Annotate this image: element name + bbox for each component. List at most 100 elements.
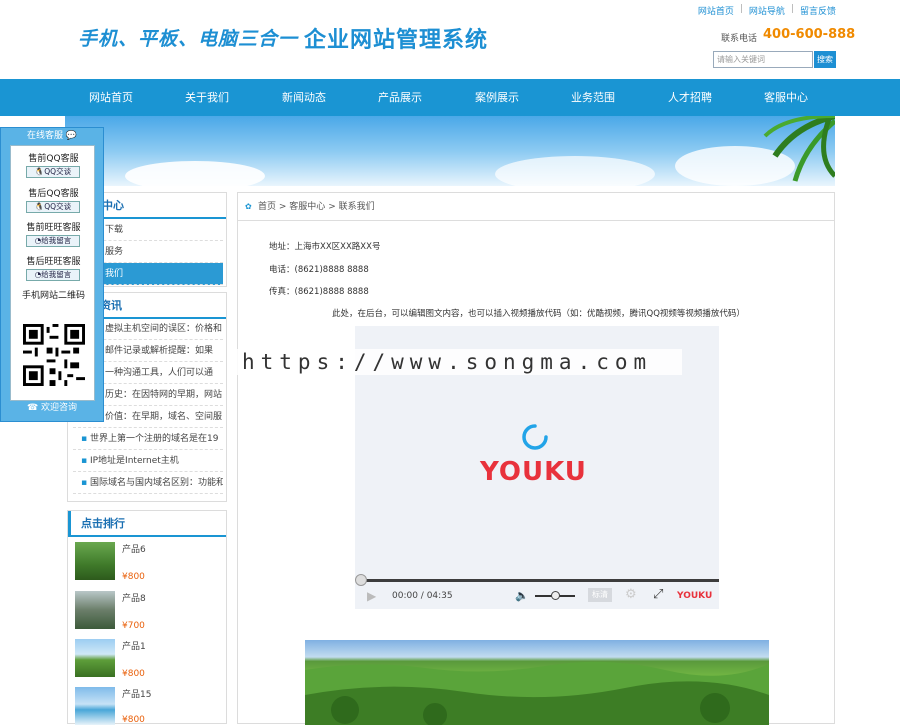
top-link-home[interactable]: 网站首页 <box>698 4 734 17</box>
qr-label: 手机网站二维码 <box>21 291 85 301</box>
banner-image <box>65 116 835 186</box>
product-name[interactable]: 产品6 <box>122 542 146 555</box>
presale-qq-label: 售前QQ客服 <box>28 154 79 164</box>
qq-chat-button[interactable]: 🐧QQ交谈 <box>26 166 80 178</box>
youku-small-logo: YOUKU <box>677 591 713 601</box>
breadcrumb-current: 联系我们 <box>338 202 375 212</box>
ranking-title: 点击排行 <box>68 511 226 537</box>
phone-label: 联系电话 <box>721 34 758 44</box>
breadcrumb: ✿ 首页 > 客服中心 > 联系我们 <box>238 193 834 221</box>
nav-item-business[interactable]: 业务范围 <box>571 79 615 116</box>
main-nav: 网站首页 关于我们 新闻动态 产品展示 案例展示 业务范围 人才招聘 客服中心 <box>0 79 900 116</box>
nav-item-cases[interactable]: 案例展示 <box>475 79 519 116</box>
product-name[interactable]: 产品8 <box>122 591 146 604</box>
breadcrumb-home[interactable]: 首页 <box>258 202 276 212</box>
breadcrumb-separator-icon: > <box>328 202 339 212</box>
address-label: 地址： <box>269 242 295 252</box>
watermark-text: https://www.songma.com <box>236 349 682 375</box>
leave-message-button[interactable]: ◔给我留言 <box>26 235 80 247</box>
nav-item-service[interactable]: 客服中心 <box>764 79 808 116</box>
qq-chat-button-label: QQ交谈 <box>44 202 72 211</box>
volume-icon[interactable]: 🔈 <box>515 589 529 602</box>
product-price: ¥700 <box>122 621 145 631</box>
fax-line: 传真：(8621)8888 8888 <box>269 285 369 297</box>
news-item-label: 国际域名与国内域名区别：功能和 <box>89 478 223 488</box>
product-thumbnail[interactable] <box>75 591 115 629</box>
tel-line: 电话：(8621)8888 8888 <box>269 263 369 275</box>
leave-message-label: 给我留言 <box>41 236 72 245</box>
chat-bubble-icon: 💬 <box>65 131 78 141</box>
nav-item-news[interactable]: 新闻动态 <box>282 79 326 116</box>
product-thumbnail[interactable] <box>75 639 115 677</box>
breadcrumb-separator-icon: > <box>278 202 290 212</box>
float-panel-footer[interactable]: ☎ 欢迎咨询 <box>1 398 103 418</box>
qq-icon: 🐧 <box>34 202 45 211</box>
address-value: 上海市XX区XX路XX号 <box>294 242 381 252</box>
quality-button[interactable]: 标清 <box>588 588 612 602</box>
floating-service-panel: 在线客服 💬 售前QQ客服 🐧QQ交谈 售后QQ客服 🐧QQ交谈 售前旺旺客服 … <box>0 127 104 422</box>
site-header: 手机、平板、电脑三合一 企业网站管理系统 网站首页 | 网站导航 | 留言反馈 … <box>0 0 900 80</box>
qr-code-icon <box>23 324 85 386</box>
float-panel-title: 在线客服 💬 <box>1 128 103 145</box>
tel-value: (8621)8888 8888 <box>294 265 369 275</box>
product-thumbnail[interactable] <box>75 687 115 725</box>
youku-logo: YOUKU <box>480 457 587 487</box>
video-time: 00:00 / 04:35 <box>392 591 453 601</box>
search-input[interactable]: 请输入关键词 <box>713 51 813 68</box>
presale-wangwang-label: 售前旺旺客服 <box>26 223 81 233</box>
leave-message-button[interactable]: ◔给我留言 <box>26 269 80 281</box>
search-button[interactable]: 搜索 <box>814 51 836 68</box>
video-progress-handle[interactable] <box>355 574 367 586</box>
divider: | <box>739 4 743 14</box>
breadcrumb-service[interactable]: 客服中心 <box>289 202 325 212</box>
news-item[interactable]: ▪ 世界上第一个注册的域名是在19 <box>73 428 223 450</box>
qq-chat-button[interactable]: 🐧QQ交谈 <box>26 201 80 213</box>
ranking-box: 点击排行 产品6 ¥800 产品8 ¥700 产品1 ¥800 产品15 ¥80… <box>67 510 227 725</box>
consult-icon: ☎ <box>26 403 42 413</box>
bullet-icon: ▪ <box>81 478 90 488</box>
address-line: 地址：上海市XX区XX路XX号 <box>269 240 380 252</box>
leave-message-label: 给我留言 <box>41 270 72 279</box>
float-panel-body: 售前QQ客服 🐧QQ交谈 售后QQ客服 🐧QQ交谈 售前旺旺客服 ◔给我留言 售… <box>10 145 95 401</box>
divider: | <box>790 4 794 14</box>
main-content: ✿ 首页 > 客服中心 > 联系我们 地址：上海市XX区XX路XX号 电话：(8… <box>237 192 835 725</box>
fax-label: 传真： <box>269 287 295 297</box>
palm-leaves-decoration <box>763 116 835 182</box>
phone-number: 400-600-888 <box>763 27 856 42</box>
product-name[interactable]: 产品15 <box>122 687 151 700</box>
product-name[interactable]: 产品1 <box>122 639 146 652</box>
news-item-label: 世界上第一个注册的域名是在19 <box>89 434 219 444</box>
float-panel-title-text: 在线客服 <box>26 131 63 141</box>
top-link-sitemap[interactable]: 网站导航 <box>749 4 785 17</box>
youku-logo-text: YOUKU <box>480 457 587 487</box>
nav-item-home[interactable]: 网站首页 <box>89 79 133 116</box>
fullscreen-icon[interactable]: ⤢ <box>653 587 663 602</box>
product-price: ¥800 <box>122 669 145 679</box>
news-item-label: IP地址是Internet主机 <box>89 456 179 466</box>
bullet-icon: ▪ <box>81 434 90 444</box>
tel-label: 电话： <box>269 265 295 275</box>
home-icon: ✿ <box>245 202 252 211</box>
nav-item-jobs[interactable]: 人才招聘 <box>668 79 712 116</box>
qq-icon: 🐧 <box>34 167 45 176</box>
news-item[interactable]: ▪ IP地址是Internet主机 <box>73 450 223 472</box>
logo-title[interactable]: 企业网站管理系统 <box>304 22 488 54</box>
content-note: 此处，在后台，可以编辑图文内容，也可以插入视频播放代码（如：优酷视频，腾讯QQ视… <box>332 309 745 319</box>
landscape-hills <box>305 661 769 725</box>
content-landscape-image <box>305 640 769 725</box>
fax-value: (8621)8888 8888 <box>294 287 369 297</box>
top-link-feedback[interactable]: 留言反馈 <box>800 4 836 17</box>
aftersale-qq-label: 售后QQ客服 <box>28 189 79 199</box>
logo-slogan: 手机、平板、电脑三合一 <box>78 28 299 50</box>
top-links: 网站首页 | 网站导航 | 留言反馈 <box>698 4 836 17</box>
volume-handle[interactable] <box>551 591 560 600</box>
product-price: ¥800 <box>122 572 145 582</box>
nav-item-products[interactable]: 产品展示 <box>378 79 422 116</box>
news-item[interactable]: ▪ 国际域名与国内域名区别：功能和 <box>73 472 223 494</box>
video-progress-bar[interactable] <box>362 579 719 582</box>
play-icon[interactable]: ▶ <box>367 589 376 603</box>
nav-item-about[interactable]: 关于我们 <box>185 79 229 116</box>
loading-spinner-icon <box>522 424 548 450</box>
settings-gear-icon[interactable]: ⚙ <box>625 587 637 602</box>
product-thumbnail[interactable] <box>75 542 115 580</box>
